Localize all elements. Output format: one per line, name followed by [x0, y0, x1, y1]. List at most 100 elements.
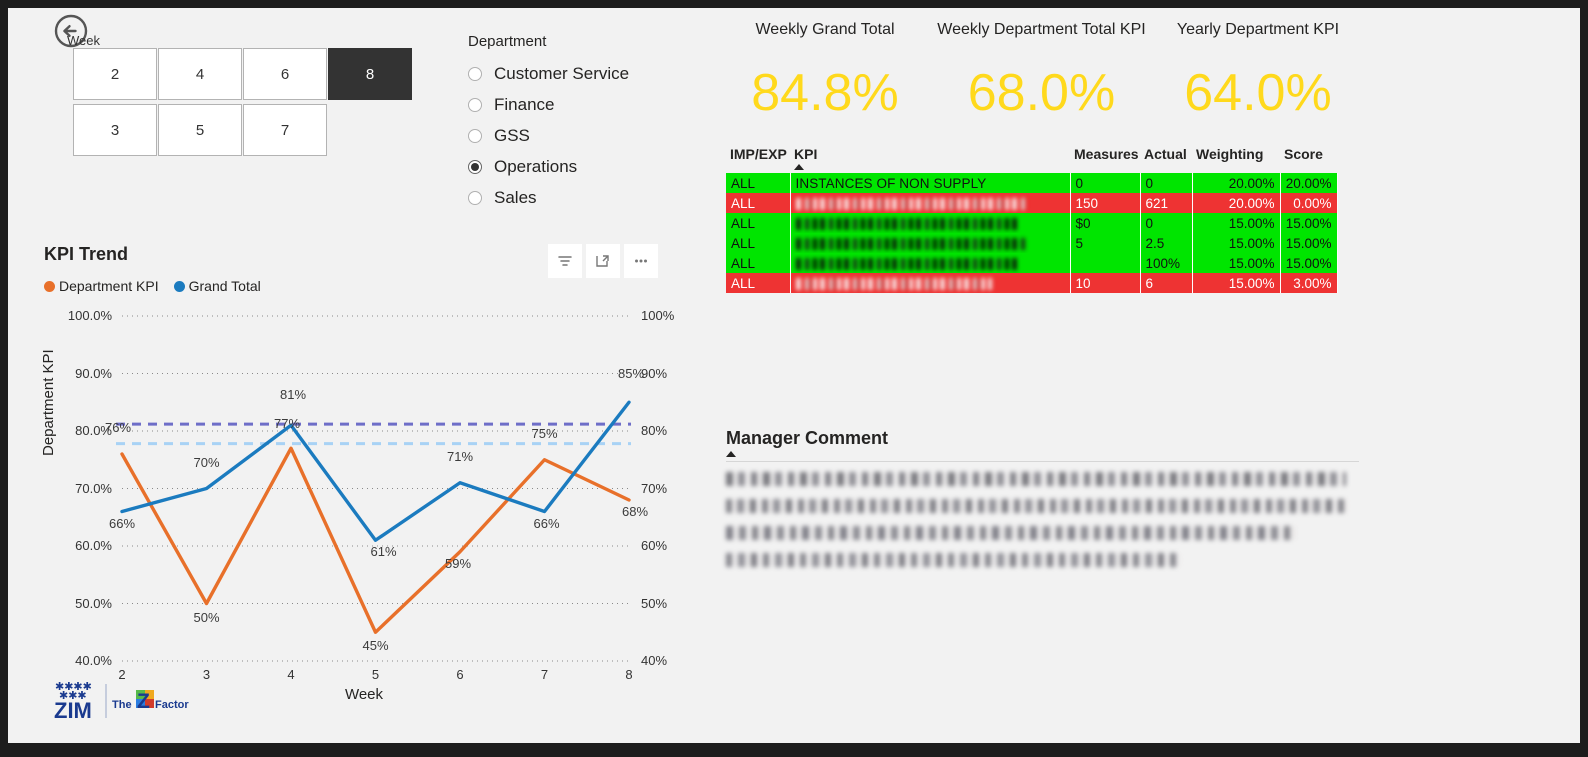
kpi-card-value: 64.0%	[1184, 64, 1332, 122]
table-header-row: IMP/EXP KPI Measures Actual Weighting Sc…	[726, 146, 1337, 173]
svg-text:ZIM: ZIM	[54, 698, 92, 722]
chart-data-label: 81%	[279, 387, 307, 403]
chart-data-label: 70%	[193, 454, 220, 470]
week-tile-6[interactable]: 6	[243, 48, 327, 100]
week-tile-5[interactable]: 5	[158, 104, 242, 156]
redacted-text-line	[726, 472, 1346, 486]
cell-imp-exp: ALL	[726, 213, 791, 233]
chart-legend: Department KPI Grand Total	[44, 278, 684, 294]
y-axis-tick-right: 70%	[641, 480, 668, 496]
manager-comment-body	[726, 472, 1366, 567]
chart-data-label: 76%	[104, 420, 132, 435]
column-header-imp-exp[interactable]: IMP/EXP	[726, 146, 790, 173]
radio-icon	[468, 66, 482, 81]
cell-imp-exp: ALL	[726, 193, 791, 213]
table-row[interactable]: ALL 150 621 20.00% 0.00%	[726, 193, 1338, 213]
department-option-sales[interactable]: Sales	[468, 182, 688, 213]
kpi-card-title: Weekly Department Total KPI	[937, 21, 1146, 38]
cell-actual: 0	[1140, 213, 1193, 233]
more-options-icon[interactable]	[624, 244, 658, 278]
chart-data-label: 50%	[193, 609, 220, 625]
redacted-text-line	[726, 553, 1181, 567]
week-slicer-label: Week	[67, 33, 100, 48]
cell-weighting: 15.00%	[1192, 253, 1281, 273]
divider	[726, 461, 1359, 462]
sort-ascending-icon	[726, 451, 736, 457]
legend-item-department-kpi[interactable]: Department KPI	[44, 278, 159, 294]
filter-icon[interactable]	[548, 244, 582, 278]
kpi-card-yearly-department-kpi: Yearly Department KPI 64.0%	[1163, 21, 1353, 119]
column-header-score[interactable]: Score	[1280, 146, 1337, 173]
column-header-weighting[interactable]: Weighting	[1192, 146, 1280, 173]
y-axis-tick-left: 100.0%	[67, 308, 112, 323]
department-option-customer-service[interactable]: Customer Service	[468, 58, 688, 89]
week-tile-2[interactable]: 2	[73, 48, 157, 100]
week-tile-4[interactable]: 4	[158, 48, 242, 100]
redacted-kpi-name	[795, 257, 1020, 270]
kpi-table: IMP/EXP KPI Measures Actual Weighting Sc…	[726, 146, 1338, 293]
table-row[interactable]: ALL 100% 15.00% 15.00%	[726, 253, 1338, 273]
legend-label: Grand Total	[188, 278, 261, 294]
x-axis-tick: 3	[202, 667, 211, 682]
week-tiles: 2 4 6 8 3 5 7	[73, 48, 413, 156]
x-axis-tick: 5	[371, 667, 380, 682]
column-header-actual[interactable]: Actual	[1140, 146, 1192, 173]
week-tile-8[interactable]: 8	[328, 48, 412, 100]
table-row[interactable]: ALL INSTANCES OF NON SUPPLY 0 0 20.00% 20.00%	[726, 173, 1338, 193]
chart-data-label: 85%	[617, 366, 645, 382]
y-axis-tick-right: 40%	[641, 653, 668, 668]
cell-actual: 100%	[1140, 253, 1193, 273]
table-row[interactable]: ALL $0 0 15.00% 15.00%	[726, 213, 1338, 233]
chart-data-label: 71%	[446, 448, 474, 464]
week-tiles-row-2: 3 5 7	[73, 104, 413, 156]
svg-text:Factor: Factor	[155, 699, 189, 711]
department-option-operations[interactable]: Operations	[468, 151, 688, 182]
redacted-kpi-name	[795, 237, 1026, 250]
column-header-measures[interactable]: Measures	[1070, 146, 1140, 173]
cell-score: 15.00%	[1280, 233, 1338, 253]
kpi-table-element: IMP/EXP KPI Measures Actual Weighting Sc…	[726, 146, 1338, 293]
table-row[interactable]: ALL 10 6 15.00% 3.00%	[726, 273, 1338, 293]
chart-data-label: 77%	[273, 416, 301, 432]
week-slicer: Week 2 4 6 8 3 5 7	[53, 10, 453, 170]
x-axis-tick: 6	[456, 667, 464, 682]
department-option-gss[interactable]: GSS	[468, 120, 688, 151]
y-axis-tick-right: 60%	[641, 538, 668, 553]
focus-mode-icon[interactable]	[586, 244, 620, 278]
cell-kpi: INSTANCES OF NON SUPPLY	[790, 173, 1071, 193]
chart-data-label: 66%	[108, 515, 136, 531]
radio-icon	[468, 190, 482, 205]
column-header-kpi[interactable]: KPI	[790, 146, 1070, 173]
cell-score: 15.00%	[1280, 253, 1338, 273]
department-option-finance[interactable]: Finance	[468, 89, 688, 120]
cell-measures: 5	[1070, 233, 1141, 253]
zim-logo: ✱✱✱✱ ✱✱✱ ZIM The Z Factor	[54, 680, 189, 722]
cell-measures: 150	[1070, 193, 1141, 213]
kpi-card-title: Yearly Department KPI	[1176, 21, 1340, 38]
kpi-trend-toolbar	[548, 244, 658, 278]
department-option-label: Operations	[494, 156, 578, 176]
table-row[interactable]: ALL 5 2.5 15.00% 15.00%	[726, 233, 1338, 253]
cell-kpi	[790, 193, 1071, 213]
radio-icon	[468, 128, 482, 143]
week-tile-7[interactable]: 7	[243, 104, 327, 156]
y-axis-tick-left: 70.0%	[75, 480, 112, 496]
cell-weighting: 15.00%	[1192, 273, 1281, 293]
cell-weighting: 15.00%	[1192, 213, 1281, 233]
manager-comment-visual: Manager Comment	[726, 428, 1366, 580]
sort-ascending-icon	[794, 164, 804, 170]
cell-measures: 10	[1070, 273, 1141, 293]
chart-data-label: 59%	[444, 555, 472, 571]
kpi-card-value: 68.0%	[967, 64, 1116, 122]
report-canvas: Week 2 4 6 8 3 5 7 Department Customer S…	[8, 8, 1580, 743]
svg-text:Z: Z	[137, 690, 150, 713]
department-slicer: Department Customer Service Finance GSS …	[468, 33, 688, 213]
legend-item-grand-total[interactable]: Grand Total	[173, 278, 261, 294]
kpi-card-weekly-department-total-kpi: Weekly Department Total KPI 68.0%	[920, 21, 1163, 119]
legend-color-swatch	[173, 280, 185, 292]
x-axis-tick: 8	[625, 667, 633, 682]
y-axis-tick-left: 50.0%	[75, 595, 112, 611]
week-tile-3[interactable]: 3	[73, 104, 157, 156]
redacted-kpi-name	[795, 217, 1018, 230]
manager-comment-title: Manager Comment	[726, 428, 889, 448]
